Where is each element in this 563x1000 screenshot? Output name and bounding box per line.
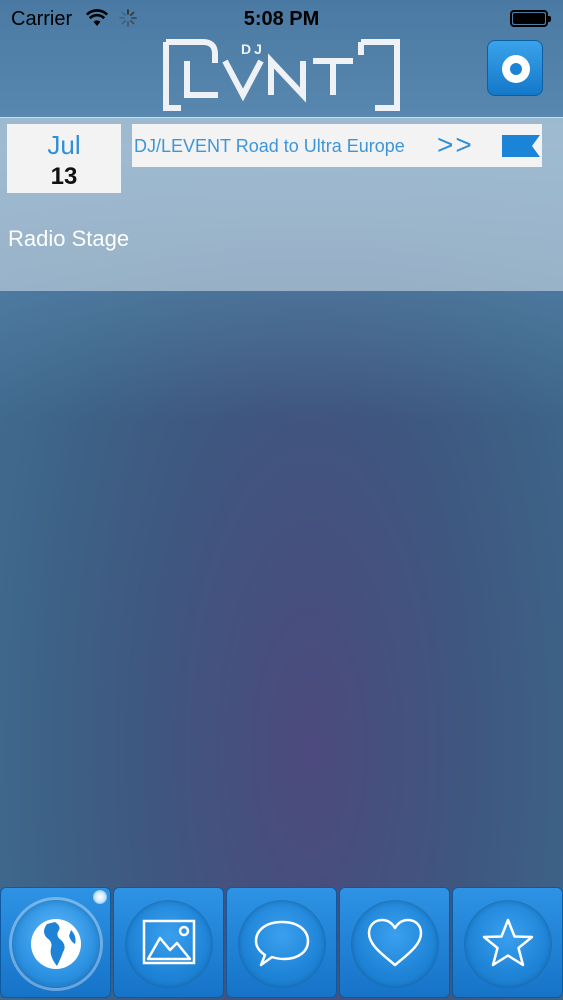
flag-icon[interactable] <box>502 135 540 157</box>
notification-dot <box>93 890 107 904</box>
status-time: 5:08 PM <box>243 8 320 30</box>
svg-text:DJ: DJ <box>241 41 265 57</box>
battery-icon <box>510 10 551 27</box>
event-day: 13 <box>50 163 78 190</box>
status-bar: Carrier 5:08 PM <box>0 0 563 38</box>
tab-featured[interactable] <box>452 887 563 998</box>
event-month: Jul <box>47 130 81 160</box>
more-chevron-icon[interactable]: >> <box>437 129 474 161</box>
tab-gallery[interactable] <box>113 887 224 998</box>
tab-bar <box>0 887 563 1000</box>
event-list-item[interactable]: Jul 13 DJ/LEVENT Road to Ultra Europe >>… <box>0 117 563 291</box>
record-icon <box>502 55 530 83</box>
picture-icon <box>142 919 196 965</box>
tab-globe[interactable] <box>0 887 111 998</box>
event-date: Jul 13 <box>7 124 121 193</box>
event-venue: Radio Stage <box>8 226 130 251</box>
heart-icon <box>367 918 423 967</box>
globe-icon <box>31 919 81 969</box>
event-title-bar[interactable]: DJ/LEVENT Road to Ultra Europe >> <box>132 124 542 167</box>
tab-messages[interactable] <box>226 887 337 998</box>
app-logo: DJ <box>163 39 400 111</box>
tab-favorites[interactable] <box>339 887 450 998</box>
event-title: DJ/LEVENT Road to Ultra Europe <box>134 136 405 156</box>
record-button[interactable] <box>487 40 543 96</box>
star-icon <box>482 918 534 967</box>
speech-bubble-icon <box>254 920 310 967</box>
